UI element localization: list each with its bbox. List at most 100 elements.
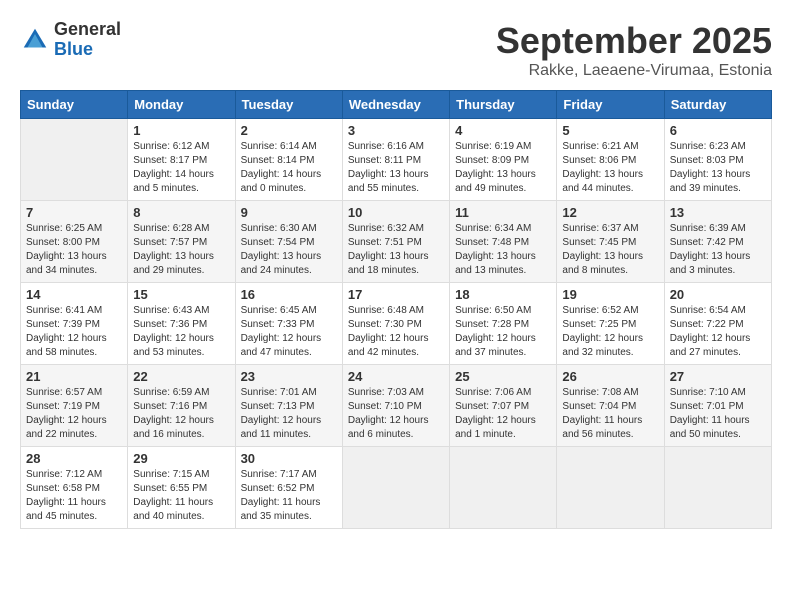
calendar-cell: 3 Sunrise: 6:16 AMSunset: 8:11 PMDaylight… bbox=[342, 119, 449, 201]
calendar-cell bbox=[557, 447, 664, 529]
location-subtitle: Rakke, Laeaene-Virumaa, Estonia bbox=[496, 62, 772, 80]
day-number: 13 bbox=[670, 205, 766, 220]
calendar-cell: 22 Sunrise: 6:59 AMSunset: 7:16 PMDayligh… bbox=[128, 365, 235, 447]
day-info: Sunrise: 6:43 AMSunset: 7:36 PMDaylight:… bbox=[133, 304, 229, 360]
calendar-cell: 16 Sunrise: 6:45 AMSunset: 7:33 PMDayligh… bbox=[235, 283, 342, 365]
calendar-cell: 7 Sunrise: 6:25 AMSunset: 8:00 PMDaylight… bbox=[21, 201, 128, 283]
day-info: Sunrise: 7:06 AMSunset: 7:07 PMDaylight:… bbox=[455, 386, 551, 442]
logo-icon bbox=[20, 25, 50, 55]
calendar-cell: 24 Sunrise: 7:03 AMSunset: 7:10 PMDayligh… bbox=[342, 365, 449, 447]
day-number: 6 bbox=[670, 123, 766, 138]
day-number: 3 bbox=[348, 123, 444, 138]
calendar-cell: 26 Sunrise: 7:08 AMSunset: 7:04 PMDayligh… bbox=[557, 365, 664, 447]
calendar-week-row: 14 Sunrise: 6:41 AMSunset: 7:39 PMDayligh… bbox=[21, 283, 772, 365]
calendar-cell: 12 Sunrise: 6:37 AMSunset: 7:45 PMDayligh… bbox=[557, 201, 664, 283]
day-info: Sunrise: 6:45 AMSunset: 7:33 PMDaylight:… bbox=[241, 304, 337, 360]
calendar-cell: 23Sunrise: 7:01 AMSunset: 7:13 PMDayligh… bbox=[235, 365, 342, 447]
calendar-cell: 27Sunrise: 7:10 AMSunset: 7:01 PMDayligh… bbox=[664, 365, 771, 447]
weekday-header: Saturday bbox=[664, 91, 771, 119]
day-number: 10 bbox=[348, 205, 444, 220]
calendar-table: SundayMondayTuesdayWednesdayThursdayFrid… bbox=[20, 90, 772, 529]
calendar-cell: 1Sunrise: 6:12 AMSunset: 8:17 PMDaylight… bbox=[128, 119, 235, 201]
day-info: Sunrise: 6:39 AMSunset: 7:42 PMDaylight:… bbox=[670, 222, 766, 278]
day-info: Sunrise: 6:30 AMSunset: 7:54 PMDaylight:… bbox=[241, 222, 337, 278]
logo: General Blue bbox=[20, 20, 121, 60]
day-info: Sunrise: 7:12 AMSunset: 6:58 PMDaylight:… bbox=[26, 468, 122, 524]
weekday-header: Sunday bbox=[21, 91, 128, 119]
calendar-cell: 9 Sunrise: 6:30 AMSunset: 7:54 PMDaylight… bbox=[235, 201, 342, 283]
day-number: 20 bbox=[670, 287, 766, 302]
calendar-cell: 6 Sunrise: 6:23 AMSunset: 8:03 PMDaylight… bbox=[664, 119, 771, 201]
logo-general-text: General bbox=[54, 20, 121, 40]
day-number: 12 bbox=[562, 205, 658, 220]
calendar-week-row: 28 Sunrise: 7:12 AMSunset: 6:58 PMDayligh… bbox=[21, 447, 772, 529]
calendar-cell: 17 Sunrise: 6:48 AMSunset: 7:30 PMDayligh… bbox=[342, 283, 449, 365]
calendar-cell: 20 Sunrise: 6:54 AMSunset: 7:22 PMDayligh… bbox=[664, 283, 771, 365]
day-number: 2 bbox=[241, 123, 337, 138]
weekday-header: Thursday bbox=[450, 91, 557, 119]
day-number: 15 bbox=[133, 287, 229, 302]
calendar-cell: 28 Sunrise: 7:12 AMSunset: 6:58 PMDayligh… bbox=[21, 447, 128, 529]
day-info: Sunrise: 6:59 AMSunset: 7:16 PMDaylight:… bbox=[133, 386, 229, 442]
calendar-cell: 10 Sunrise: 6:32 AMSunset: 7:51 PMDayligh… bbox=[342, 201, 449, 283]
day-info: Sunrise: 6:57 AMSunset: 7:19 PMDaylight:… bbox=[26, 386, 122, 442]
day-number: 25 bbox=[455, 369, 551, 384]
day-info: Sunrise: 6:23 AMSunset: 8:03 PMDaylight:… bbox=[670, 140, 766, 196]
day-number: 26 bbox=[562, 369, 658, 384]
day-number: 30 bbox=[241, 451, 337, 466]
day-info: Sunrise: 6:54 AMSunset: 7:22 PMDaylight:… bbox=[670, 304, 766, 360]
day-info: Sunrise: 6:19 AMSunset: 8:09 PMDaylight:… bbox=[455, 140, 551, 196]
day-number: 29 bbox=[133, 451, 229, 466]
day-info: Sunrise: 7:17 AMSunset: 6:52 PMDaylight:… bbox=[241, 468, 337, 524]
day-number: 22 bbox=[133, 369, 229, 384]
day-number: 16 bbox=[241, 287, 337, 302]
day-number: 28 bbox=[26, 451, 122, 466]
calendar-week-row: 7 Sunrise: 6:25 AMSunset: 8:00 PMDaylight… bbox=[21, 201, 772, 283]
day-info: Sunrise: 6:16 AMSunset: 8:11 PMDaylight:… bbox=[348, 140, 444, 196]
calendar-cell: 30 Sunrise: 7:17 AMSunset: 6:52 PMDayligh… bbox=[235, 447, 342, 529]
day-info: Sunrise: 6:52 AMSunset: 7:25 PMDaylight:… bbox=[562, 304, 658, 360]
day-number: 9 bbox=[241, 205, 337, 220]
day-number: 1 bbox=[133, 123, 229, 138]
day-number: 14 bbox=[26, 287, 122, 302]
month-title: September 2025 bbox=[496, 20, 772, 62]
calendar-cell: 25 Sunrise: 7:06 AMSunset: 7:07 PMDayligh… bbox=[450, 365, 557, 447]
calendar-cell: 21Sunrise: 6:57 AMSunset: 7:19 PMDayligh… bbox=[21, 365, 128, 447]
calendar-cell: 19 Sunrise: 6:52 AMSunset: 7:25 PMDayligh… bbox=[557, 283, 664, 365]
day-info: Sunrise: 6:37 AMSunset: 7:45 PMDaylight:… bbox=[562, 222, 658, 278]
day-number: 27 bbox=[670, 369, 766, 384]
day-number: 24 bbox=[348, 369, 444, 384]
day-number: 5 bbox=[562, 123, 658, 138]
day-info: Sunrise: 6:41 AMSunset: 7:39 PMDaylight:… bbox=[26, 304, 122, 360]
calendar-cell bbox=[342, 447, 449, 529]
day-info: Sunrise: 6:14 AMSunset: 8:14 PMDaylight:… bbox=[241, 140, 337, 196]
weekday-header-row: SundayMondayTuesdayWednesdayThursdayFrid… bbox=[21, 91, 772, 119]
day-info: Sunrise: 6:25 AMSunset: 8:00 PMDaylight:… bbox=[26, 222, 122, 278]
day-info: Sunrise: 7:08 AMSunset: 7:04 PMDaylight:… bbox=[562, 386, 658, 442]
calendar-cell: 4 Sunrise: 6:19 AMSunset: 8:09 PMDaylight… bbox=[450, 119, 557, 201]
day-info: Sunrise: 6:48 AMSunset: 7:30 PMDaylight:… bbox=[348, 304, 444, 360]
calendar-cell: 29 Sunrise: 7:15 AMSunset: 6:55 PMDayligh… bbox=[128, 447, 235, 529]
weekday-header: Tuesday bbox=[235, 91, 342, 119]
day-info: Sunrise: 6:21 AMSunset: 8:06 PMDaylight:… bbox=[562, 140, 658, 196]
calendar-cell: 18Sunrise: 6:50 AMSunset: 7:28 PMDayligh… bbox=[450, 283, 557, 365]
day-info: Sunrise: 7:15 AMSunset: 6:55 PMDaylight:… bbox=[133, 468, 229, 524]
calendar-cell: 5 Sunrise: 6:21 AMSunset: 8:06 PMDaylight… bbox=[557, 119, 664, 201]
day-info: Sunrise: 6:32 AMSunset: 7:51 PMDaylight:… bbox=[348, 222, 444, 278]
weekday-header: Friday bbox=[557, 91, 664, 119]
weekday-header: Monday bbox=[128, 91, 235, 119]
calendar-cell: 13 Sunrise: 6:39 AMSunset: 7:42 PMDayligh… bbox=[664, 201, 771, 283]
day-number: 4 bbox=[455, 123, 551, 138]
day-info: Sunrise: 7:03 AMSunset: 7:10 PMDaylight:… bbox=[348, 386, 444, 442]
day-number: 17 bbox=[348, 287, 444, 302]
day-number: 19 bbox=[562, 287, 658, 302]
calendar-cell: 11Sunrise: 6:34 AMSunset: 7:48 PMDayligh… bbox=[450, 201, 557, 283]
calendar-cell: 15 Sunrise: 6:43 AMSunset: 7:36 PMDayligh… bbox=[128, 283, 235, 365]
day-info: Sunrise: 6:50 AMSunset: 7:28 PMDaylight:… bbox=[455, 304, 551, 360]
day-number: 11 bbox=[455, 205, 551, 220]
weekday-header: Wednesday bbox=[342, 91, 449, 119]
day-number: 8 bbox=[133, 205, 229, 220]
calendar-week-row: 21Sunrise: 6:57 AMSunset: 7:19 PMDayligh… bbox=[21, 365, 772, 447]
calendar-cell: 8Sunrise: 6:28 AMSunset: 7:57 PMDaylight… bbox=[128, 201, 235, 283]
day-number: 7 bbox=[26, 205, 122, 220]
